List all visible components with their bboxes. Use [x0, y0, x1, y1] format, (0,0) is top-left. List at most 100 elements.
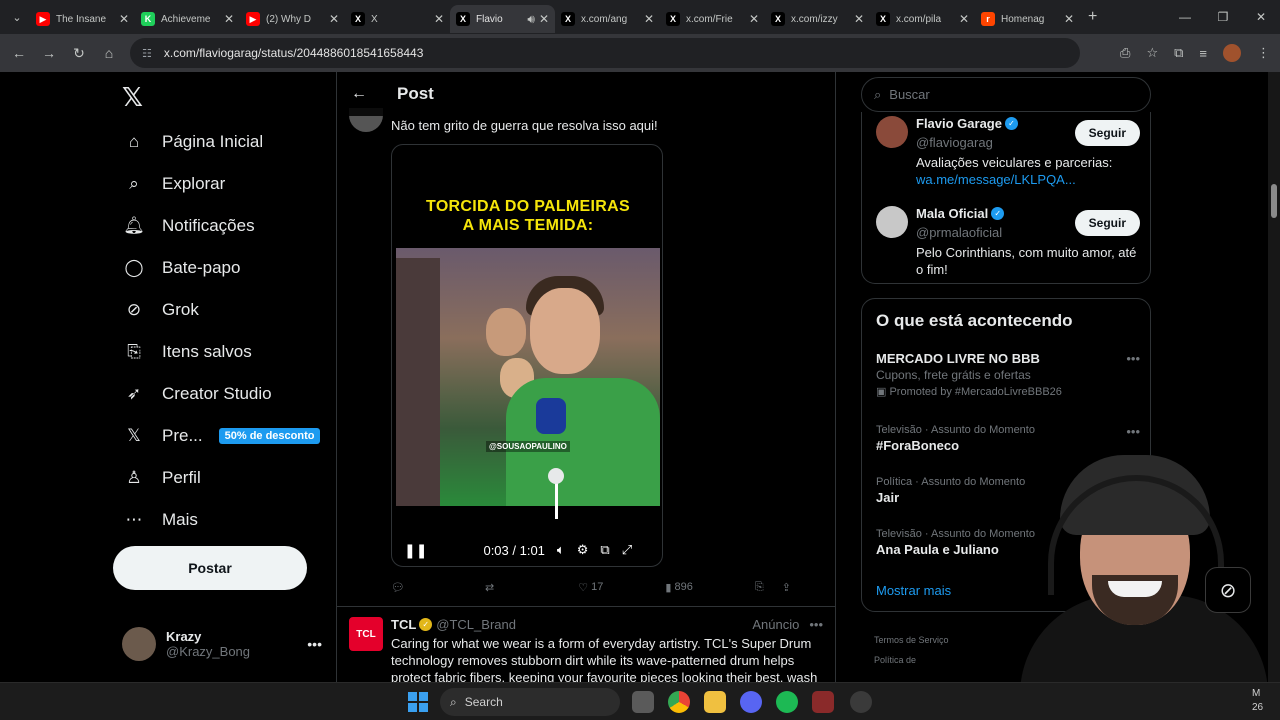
browser-tab[interactable]: Xx.com/Frie ✕	[660, 5, 765, 33]
maximize-icon[interactable]: ❐	[1204, 0, 1242, 34]
close-tab-icon[interactable]: ✕	[749, 12, 759, 26]
close-tab-icon[interactable]: ✕	[224, 12, 234, 26]
close-tab-icon[interactable]: ✕	[959, 12, 969, 26]
seek-handle[interactable]	[548, 468, 564, 484]
volume-icon[interactable]: 🔈︎	[557, 542, 565, 558]
file-explorer-icon[interactable]	[704, 691, 726, 713]
minimize-icon[interactable]: —	[1166, 0, 1204, 34]
back-arrow-icon[interactable]: ←	[351, 85, 381, 103]
advertiser-logo[interactable]: TCL	[349, 617, 383, 651]
windows-start-icon[interactable]	[408, 692, 428, 712]
tab-search-icon[interactable]: ⌄	[4, 4, 30, 30]
user-name[interactable]: Flavio Garage ✓	[916, 116, 1018, 131]
grok-floating-icon[interactable]: ⊘	[1205, 567, 1251, 613]
home-icon[interactable]: ⌂	[94, 45, 124, 61]
follow-button[interactable]: Seguir	[1074, 210, 1140, 236]
close-tab-icon[interactable]: ✕	[434, 12, 444, 26]
post-button[interactable]: Postar	[113, 546, 307, 590]
video-player[interactable]: TORCIDA DO PALMEIRAS A MAIS TEMIDA: @SOU…	[391, 144, 663, 567]
close-window-icon[interactable]: ✕	[1242, 0, 1280, 34]
user-name[interactable]: Mala Oficial ✓	[916, 206, 1005, 221]
browser-tab[interactable]: Xx.com/ang ✕	[555, 5, 660, 33]
more-dots-icon[interactable]: •••	[1126, 424, 1140, 439]
discord-icon[interactable]	[740, 691, 762, 713]
like-button[interactable]: ♡ 17	[578, 581, 603, 594]
app-icon[interactable]	[812, 691, 834, 713]
user-avatar[interactable]	[876, 116, 908, 148]
close-tab-icon[interactable]: ✕	[329, 12, 339, 26]
media-controls-icon[interactable]: ≡	[1199, 46, 1207, 61]
nav-item-perfil[interactable]: ♙ Perfil	[122, 458, 200, 498]
close-tab-icon[interactable]: ✕	[1064, 12, 1074, 26]
repost-icon[interactable]: ⇄	[485, 581, 494, 594]
browser-tab[interactable]: r Homenag ✕	[975, 5, 1080, 33]
page-scrollbar[interactable]	[1268, 72, 1280, 682]
task-view-icon[interactable]	[632, 691, 654, 713]
discount-badge[interactable]: 50% de desconto	[218, 428, 321, 444]
reload-icon[interactable]: ↻	[64, 45, 94, 62]
video-watermark-tag: @SOUSAOPAULINO	[486, 441, 570, 452]
search-input[interactable]: ⌕ Buscar	[861, 77, 1151, 112]
nav-item-notifica-es[interactable]: 🔔︎ Notificações	[122, 206, 254, 246]
browser-tab[interactable]: Xx.com/izzy ✕	[765, 5, 870, 33]
bio-link[interactable]: wa.me/message/LKLPQA...	[916, 172, 1076, 187]
install-app-icon[interactable]: ⎙	[1120, 45, 1130, 61]
obs-icon[interactable]	[850, 691, 872, 713]
user-avatar[interactable]	[876, 206, 908, 238]
ad-name[interactable]: TCL	[391, 617, 416, 632]
site-info-icon[interactable]: ☷	[142, 47, 152, 60]
browser-tab[interactable]: K Achieveme ✕	[135, 5, 240, 33]
follow-button[interactable]: Seguir	[1074, 120, 1140, 146]
reply-icon[interactable]: 💬︎	[391, 581, 405, 594]
profile-avatar[interactable]	[1223, 44, 1241, 62]
nav-item-itens-salvos[interactable]: ⎘ Itens salvos	[122, 332, 252, 372]
scrollbar-thumb[interactable]	[1271, 184, 1277, 218]
new-tab-icon[interactable]: +	[1088, 8, 1097, 26]
settings-gear-icon[interactable]: ⚙	[577, 542, 589, 558]
show-more-link[interactable]: Mostrar mais	[876, 583, 951, 598]
browser-tab[interactable]: ▶ (2) Why D ✕	[240, 5, 345, 33]
more-dots-icon[interactable]: •••	[809, 617, 823, 632]
close-tab-icon[interactable]: ✕	[119, 12, 129, 26]
browser-tab[interactable]: X X ✕	[345, 5, 450, 33]
browser-tab[interactable]: Xx.com/pila ✕	[870, 5, 975, 33]
picture-in-picture-icon[interactable]: ⧉	[600, 542, 609, 558]
forward-arrow-icon[interactable]: →	[34, 45, 64, 61]
nav-item-bate-papo[interactable]: ◯ Bate-papo	[122, 248, 240, 288]
bookmark-star-icon[interactable]: ☆	[1146, 45, 1158, 61]
address-bar[interactable]: ☷ x.com/flaviogarag/status/2044886018541…	[130, 38, 1080, 68]
nav-item-pre[interactable]: 𝕏 Pre... 50% de desconto	[122, 416, 321, 456]
nav-item-p-gina-inicial[interactable]: ⌂ Página Inicial	[122, 122, 263, 162]
browser-tab[interactable]: X Flavio 🔊︎ ✕	[450, 5, 555, 33]
views-button[interactable]: ▮ 896	[665, 581, 692, 594]
account-switcher[interactable]: Krazy @Krazy_Bong •••	[122, 624, 322, 664]
like-count: 17	[591, 581, 604, 593]
pause-icon[interactable]: ❚❚	[404, 542, 427, 559]
close-tab-icon[interactable]: ✕	[644, 12, 654, 26]
close-tab-icon[interactable]: ✕	[539, 12, 549, 26]
ad-handle[interactable]: @TCL_Brand	[436, 617, 516, 632]
extensions-icon[interactable]: ⧉	[1174, 45, 1183, 61]
nav-item-grok[interactable]: ⊘ Grok	[122, 290, 199, 330]
more-dots-icon[interactable]: •••	[1126, 351, 1140, 366]
x-logo-icon[interactable]: 𝕏	[122, 82, 143, 113]
promoted-tweet[interactable]: TCL TCL ✓ @TCL_Brand Anúncio ••• Caring …	[337, 606, 835, 682]
taskbar-search[interactable]: ⌕ Search	[440, 688, 620, 716]
nav-item-mais[interactable]: ⋯ Mais	[122, 500, 198, 540]
browser-menu-icon[interactable]: ⋮	[1257, 45, 1270, 61]
more-dots-icon[interactable]: •••	[307, 636, 322, 652]
spotify-icon[interactable]	[776, 691, 798, 713]
trend-item[interactable]: MERCADO LIVRE NO BBB Cupons, frete gráti…	[876, 351, 1140, 398]
fullscreen-icon[interactable]: ⤢	[622, 542, 632, 558]
bookmark-icon[interactable]: ⎘	[755, 581, 764, 594]
close-tab-icon[interactable]: ✕	[854, 12, 864, 26]
back-arrow-icon[interactable]: ←	[4, 45, 34, 61]
chrome-icon[interactable]	[668, 691, 690, 713]
terms-link[interactable]: Termos de Serviço	[874, 630, 949, 650]
browser-tab[interactable]: ▶ The Insane ✕	[30, 5, 135, 33]
nav-item-creator-studio[interactable]: ➶ Creator Studio	[122, 374, 272, 414]
tab-audio-icon[interactable]: 🔊︎	[527, 12, 535, 27]
policy-link[interactable]: Política de	[874, 650, 949, 670]
nav-item-explorar[interactable]: ⌕ Explorar	[122, 164, 225, 204]
share-icon[interactable]: ⇪	[782, 581, 791, 594]
